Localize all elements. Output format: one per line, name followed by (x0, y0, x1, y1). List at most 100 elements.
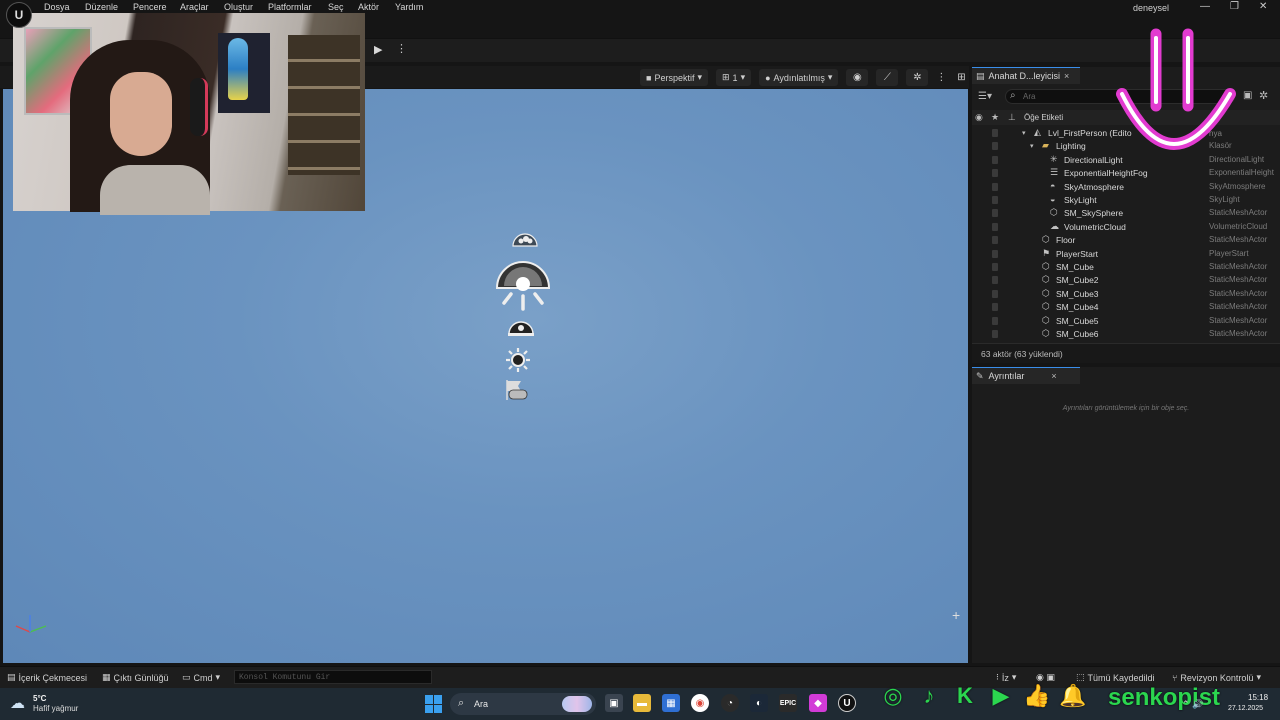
folder-icon: ▰ (1042, 140, 1049, 151)
outliner-row[interactable]: ⬡ SM_Cube5 StaticMeshActor (972, 315, 1280, 328)
visibility-toggle[interactable] (992, 289, 998, 298)
close-icon[interactable]: × (1051, 371, 1056, 381)
record-icon[interactable]: ◉ ▣ (1036, 672, 1055, 683)
play-icon[interactable]: ▶ (374, 43, 388, 57)
rain-cloud-icon[interactable]: ☁ (10, 694, 25, 712)
details-tab[interactable]: ✎ Ayrıntılar × (972, 367, 1080, 384)
outliner-row[interactable]: ☰ ExponentialHeightFog ExponentialHeight (972, 167, 1280, 180)
menu-item-düzenle[interactable]: Düzenle (85, 2, 118, 12)
system-tray-icons[interactable]: ⌃ 🔊 (1182, 699, 1203, 710)
outliner-row[interactable]: ◓ SkyAtmosphere SkyAtmosphere (972, 181, 1280, 194)
filter-icon[interactable]: ☰▾ (978, 91, 992, 102)
microsoft-store-icon[interactable]: ▦ (662, 694, 680, 712)
visibility-eye-icon[interactable]: ◉ (975, 112, 983, 123)
cmd-dropdown[interactable]: ▭ Cmd ▾ (182, 672, 220, 683)
menu-item-aktör[interactable]: Aktör (358, 2, 379, 12)
outliner-row[interactable]: ⚑ PlayerStart PlayerStart (972, 248, 1280, 261)
close-button[interactable]: ✕ (1259, 1, 1267, 12)
outliner-row[interactable]: ⬡ SM_Cube4 StaticMeshActor (972, 301, 1280, 314)
favorite-star-icon[interactable]: ★ (991, 112, 999, 123)
menu-item-araçlar[interactable]: Araçlar (180, 2, 209, 12)
sky-light-billboard-icon[interactable] (506, 314, 536, 336)
outliner-row[interactable]: ◒ SkyLight SkyLight (972, 194, 1280, 207)
file-explorer-icon[interactable]: ▬ (633, 694, 651, 712)
console-command-input[interactable] (234, 670, 432, 684)
save-all-button[interactable]: ⬚ Tümü Kaydedildi (1076, 672, 1155, 683)
visibility-toggle[interactable] (992, 249, 998, 258)
menu-item-yardım[interactable]: Yardım (395, 2, 423, 12)
menu-item-dosya[interactable]: Dosya (44, 2, 70, 12)
add-folder-icon[interactable]: ▣ (1243, 90, 1252, 101)
visibility-toggle[interactable] (992, 129, 998, 137)
expand-chevron-icon[interactable]: ▾ (1022, 129, 1026, 137)
visibility-toggle[interactable] (992, 222, 998, 231)
output-log-button[interactable]: ▦ Çıktı Günlüğü (102, 672, 169, 683)
epic-games-icon[interactable]: EPIC (779, 694, 797, 712)
windows-start-icon[interactable] (425, 695, 443, 713)
github-desktop-icon[interactable]: ◔ (721, 694, 739, 712)
visibility-toggle[interactable] (992, 263, 998, 271)
viewport-more-icon[interactable]: ⋮ (936, 69, 946, 86)
outliner-row[interactable]: ⬡ SM_Cube6 StaticMeshActor (972, 328, 1280, 341)
revision-control-button[interactable]: ⑂ Revizyon Kontrolü ▾ (1172, 672, 1261, 683)
clock-time[interactable]: 15:18 (1248, 693, 1268, 702)
outliner-row-name: SM_Cube3 (1056, 288, 1099, 299)
transform-tools-icon[interactable]: ⟋ (876, 69, 899, 86)
visibility-toggle[interactable] (992, 236, 998, 245)
expand-chevron-icon[interactable]: ▾ (1030, 142, 1034, 150)
youtube-icon: ▶ (992, 683, 1010, 708)
visibility-toggle[interactable] (992, 316, 998, 325)
weather-temperature[interactable]: 5°C (33, 694, 46, 703)
visibility-toggle[interactable] (992, 169, 998, 178)
menu-item-platformlar[interactable]: Platformlar (268, 2, 312, 12)
close-icon[interactable]: × (1064, 71, 1069, 81)
outliner-row[interactable]: ⬡ Floor StaticMeshActor (972, 234, 1280, 247)
menu-item-oluştur[interactable]: Oluştur (224, 2, 253, 12)
exponential-fog-billboard-icon[interactable] (504, 346, 532, 374)
player-start-billboard-icon[interactable] (503, 378, 531, 402)
perspective-dropdown[interactable]: ■ Perspektif ▾ (640, 69, 708, 86)
visibility-toggle[interactable] (992, 155, 998, 164)
directional-light-billboard-icon[interactable] (495, 256, 551, 312)
visibility-toggle[interactable] (992, 196, 998, 204)
menu-item-seç[interactable]: Seç (328, 2, 344, 12)
gear-icon[interactable]: ✲ (1259, 89, 1268, 102)
content-drawer-button[interactable]: ▤ İçerik Çekmecesi (7, 672, 87, 683)
item-label-column[interactable]: Öğe Etiketi (1024, 113, 1063, 122)
trace-dropdown[interactable]: ⁝ İz ▾ (996, 672, 1016, 683)
camera-icon: ■ (646, 72, 652, 83)
steam-icon[interactable]: ◐ (750, 694, 768, 712)
weather-description[interactable]: Hafif yağmur (33, 704, 78, 713)
visibility-toggle[interactable] (992, 182, 998, 191)
outliner-row[interactable]: ⬡ SM_Cube StaticMeshActor (972, 261, 1280, 274)
viewport-maximize-icon[interactable]: ⊞ (954, 69, 968, 86)
viewport-settings-gear-icon[interactable]: ✲ (906, 69, 929, 86)
chrome-icon[interactable]: ◉ (691, 694, 709, 712)
sky-atmosphere-billboard-icon[interactable] (510, 231, 540, 247)
outliner-row[interactable]: ⬡ SM_Cube2 StaticMeshActor (972, 274, 1280, 287)
visibility-toggle[interactable] (992, 142, 998, 151)
minimize-button[interactable]: — (1200, 1, 1210, 12)
view-mode-dropdown[interactable]: ● Aydınlatılmış ▾ (759, 69, 839, 86)
unreal-logo-icon[interactable]: U (6, 2, 32, 28)
visibility-toggle[interactable] (992, 209, 998, 218)
outliner-row[interactable]: ⬡ SM_SkySphere StaticMeshActor (972, 207, 1280, 220)
outliner-row-name: SM_SkySphere (1064, 208, 1124, 219)
visibility-toggle[interactable] (992, 303, 998, 312)
clock-date[interactable]: 27.12.2025 (1228, 705, 1263, 712)
pin-icon[interactable]: ⊥ (1008, 112, 1016, 123)
restore-button[interactable]: ❐ (1230, 1, 1239, 12)
obs-pink-app-icon[interactable]: ◆ (809, 694, 827, 712)
unreal-engine-icon[interactable]: U (838, 694, 856, 712)
outliner-row[interactable]: ⬡ SM_Cube3 StaticMeshActor (972, 288, 1280, 301)
show-flags-eye-icon[interactable]: ◉ (846, 69, 869, 86)
outliner-row[interactable]: ☁ VolumetricCloud VolumetricCloud (972, 221, 1280, 234)
camera-speed-dropdown[interactable]: ⊞ 1 ▾ (716, 69, 752, 86)
perspective-label: Perspektif (654, 72, 695, 83)
task-view-icon[interactable]: ▣ (605, 694, 623, 712)
visibility-toggle[interactable] (992, 276, 998, 285)
more-options-icon[interactable]: ⋮ (396, 42, 407, 55)
visibility-toggle[interactable] (992, 330, 998, 338)
menu-item-pencere[interactable]: Pencere (133, 2, 167, 12)
outliner-tab[interactable]: ▤ Anahat D...leyicisi × (972, 67, 1080, 84)
